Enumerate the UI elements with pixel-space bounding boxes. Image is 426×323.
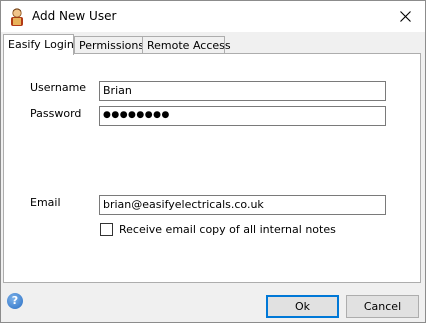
- title-bar: Add New User: [1, 1, 425, 32]
- email-field[interactable]: brian@easifyelectricals.co.uk: [99, 195, 386, 215]
- username-field[interactable]: Brian: [99, 81, 386, 101]
- tab-permissions[interactable]: Permissions: [74, 36, 144, 53]
- username-label: Username: [30, 81, 87, 94]
- tab-easify-login[interactable]: Easify Login: [3, 34, 74, 55]
- help-icon[interactable]: ?: [7, 293, 23, 309]
- close-button[interactable]: [385, 1, 425, 32]
- ok-button[interactable]: Ok: [266, 295, 339, 318]
- add-new-user-dialog: Add New User Easify Login Permissions Re…: [0, 0, 426, 323]
- cancel-button[interactable]: Cancel: [346, 295, 419, 318]
- user-icon: [9, 7, 25, 27]
- tab-remote-access[interactable]: Remote Access: [142, 36, 231, 53]
- close-icon: [399, 11, 411, 22]
- password-field[interactable]: ●●●●●●●●: [99, 106, 386, 126]
- copy-notes-checkbox[interactable]: [100, 223, 113, 236]
- window-title: Add New User: [32, 9, 117, 23]
- password-label: Password: [30, 107, 82, 120]
- copy-notes-label[interactable]: Receive email copy of all internal notes: [119, 223, 336, 236]
- tab-panel: Username Brian Password ●●●●●●●● Email b…: [3, 53, 421, 283]
- email-label: Email: [30, 196, 61, 209]
